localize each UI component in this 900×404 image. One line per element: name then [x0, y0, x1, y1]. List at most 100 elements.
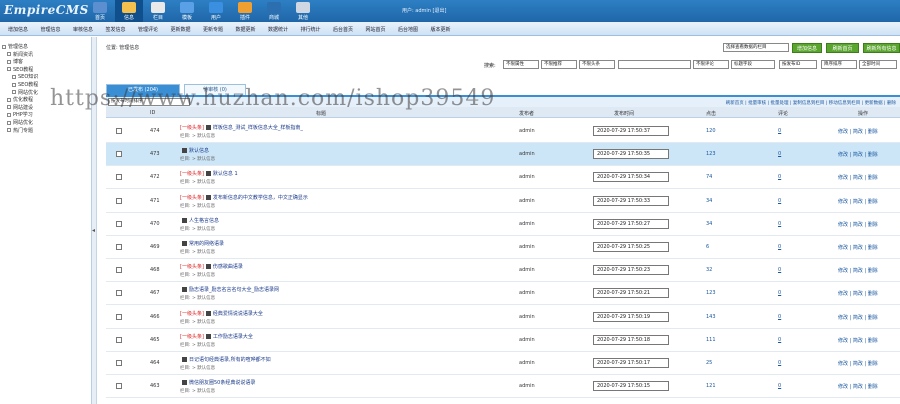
row-date-input[interactable]: 2020-07-29 17:50:25: [593, 242, 669, 252]
row-comments-link[interactable]: 0: [778, 383, 781, 389]
sidebar-item[interactable]: 网站建设: [7, 104, 33, 111]
sidebar-item[interactable]: 管理信息: [2, 43, 28, 50]
col-comments[interactable]: 评论: [778, 110, 788, 117]
sidebar-item[interactable]: 新闻资讯: [7, 51, 33, 58]
recommend-select[interactable]: 不限推荐: [541, 60, 577, 69]
topnav-edit[interactable]: 信息: [115, 0, 143, 22]
row-date-input[interactable]: 2020-07-29 17:50:17: [593, 358, 669, 368]
row-comments-link[interactable]: 0: [778, 221, 781, 227]
row-title-link[interactable]: 默认信息 1: [213, 171, 238, 177]
row-ops-links[interactable]: 修改 | 简改 | 删除: [838, 221, 878, 228]
subnav-item[interactable]: 审核信息: [73, 26, 93, 33]
row-date-input[interactable]: 2020-07-29 17:50:34: [593, 172, 669, 183]
row-date-input[interactable]: 2020-07-29 17:50:19: [593, 311, 669, 322]
add-info-button[interactable]: 增加信息: [792, 43, 822, 53]
col-title[interactable]: 标题: [316, 110, 326, 117]
row-title-link[interactable]: 默认信息: [189, 148, 209, 154]
row-checkbox[interactable]: [116, 383, 122, 390]
sidebar-item[interactable]: 网站优化: [7, 119, 33, 126]
row-ops-links[interactable]: 修改 | 简改 | 删除: [838, 198, 878, 205]
refresh-home-button[interactable]: 刷新首页: [826, 43, 859, 53]
row-title-link[interactable]: 人生格言信息: [189, 218, 219, 224]
collapse-arrow-icon[interactable]: ◂: [92, 227, 95, 234]
row-ops-links[interactable]: 修改 | 简改 | 删除: [838, 174, 878, 181]
row-comments-link[interactable]: 0: [778, 244, 781, 250]
row-checkbox[interactable]: [116, 360, 122, 366]
row-date-input[interactable]: 2020-07-29 17:50:15: [593, 381, 669, 392]
row-date-input[interactable]: 2020-07-29 17:50:27: [593, 218, 669, 229]
field-select[interactable]: 标题字段: [731, 60, 775, 69]
row-title-link[interactable]: 常用的网络语录: [189, 241, 224, 247]
col-publisher[interactable]: 发布者: [519, 110, 534, 117]
row-date-input[interactable]: 2020-07-29 17:50:23: [593, 265, 669, 276]
row-ops-links[interactable]: 修改 | 简改 | 删除: [838, 244, 878, 251]
row-date-input[interactable]: 2020-07-29 17:50:33: [593, 195, 669, 206]
subnav-item[interactable]: 网站首页: [366, 26, 386, 33]
subnav-item[interactable]: 数据更新: [236, 26, 256, 33]
subnav-item[interactable]: 管理信息: [41, 26, 61, 33]
row-checkbox[interactable]: [116, 220, 122, 227]
row-comments-link[interactable]: 0: [778, 337, 781, 343]
subnav-item[interactable]: 增加信息: [8, 26, 28, 33]
row-ops-links[interactable]: 修改 | 简改 | 删除: [838, 314, 878, 321]
col-date[interactable]: 发布时间: [614, 110, 634, 117]
search-input[interactable]: [618, 60, 691, 69]
row-checkbox[interactable]: [116, 128, 122, 134]
row-date-input[interactable]: 2020-07-29 17:50:35: [593, 149, 669, 160]
row-title-link[interactable]: 样板信息_测试_样板信息大全_样板指南_: [213, 125, 303, 131]
topnav-shop[interactable]: 商城: [260, 0, 288, 22]
row-comments-link[interactable]: 0: [778, 360, 781, 366]
row-checkbox[interactable]: [116, 174, 122, 181]
row-checkbox[interactable]: [116, 290, 122, 297]
sidebar-item[interactable]: PHP学习: [7, 111, 33, 118]
sidebar-item[interactable]: 网站优化: [12, 89, 38, 96]
row-title-link[interactable]: 经典爱情说说语录大全: [213, 311, 263, 317]
subnav-item[interactable]: 更新专题: [203, 26, 223, 33]
row-checkbox[interactable]: [116, 244, 122, 250]
subnav-item[interactable]: 签发信息: [106, 26, 126, 33]
row-ops-links[interactable]: 修改 | 简改 | 删除: [838, 267, 878, 274]
row-date-input[interactable]: 2020-07-29 17:50:37: [593, 126, 669, 136]
row-title-link[interactable]: 伤感歌曲语录: [213, 264, 243, 270]
subnav-item[interactable]: 数据统计: [268, 26, 288, 33]
sidebar-item[interactable]: 博客: [7, 58, 23, 65]
topnav-folder[interactable]: 栏目: [144, 0, 172, 22]
row-ops-links[interactable]: 修改 | 简改 | 删除: [838, 290, 878, 297]
batch-links[interactable]: 刷新首页 | 批量审核 | 批量处理 | 复制信息到栏目 | 移动信息到栏目 |…: [726, 100, 896, 106]
row-title-link[interactable]: 微信朋友圈50条经典说说语录: [189, 380, 255, 386]
row-date-input[interactable]: 2020-07-29 17:50:21: [593, 288, 669, 299]
row-checkbox[interactable]: [116, 336, 122, 343]
row-comments-link[interactable]: 0: [778, 267, 781, 273]
col-views[interactable]: 点击: [706, 110, 716, 117]
row-checkbox[interactable]: [116, 197, 122, 204]
subnav-item[interactable]: 版本更新: [431, 26, 451, 33]
sidebar-item[interactable]: 优化教程: [7, 96, 33, 103]
row-ops-links[interactable]: 修改 | 简改 | 删除: [838, 360, 878, 367]
topnav-user[interactable]: 用户: [202, 0, 230, 22]
refresh-all-button[interactable]: 刷新所有信息: [863, 43, 900, 53]
time-select[interactable]: 全部时间: [859, 60, 897, 69]
row-title-link[interactable]: 工作励志语录大全: [213, 334, 253, 340]
sidebar-item[interactable]: SEO教程: [12, 81, 38, 88]
user-info[interactable]: 用户: admin [退出]: [402, 7, 446, 14]
row-ops-links[interactable]: 修改 | 简改 | 删除: [838, 151, 878, 158]
attribute-select[interactable]: 不限属性: [503, 60, 539, 69]
subnav-item[interactable]: 后台首页: [333, 26, 353, 33]
row-comments-link[interactable]: 0: [778, 128, 781, 134]
row-title-link[interactable]: 励志语录_励志名言名句大全_励志语录网: [189, 287, 279, 293]
orderby-select[interactable]: 按发布ID: [779, 60, 817, 69]
subnav-item[interactable]: 更新数据: [171, 26, 191, 33]
row-title-link[interactable]: 日记语句经典语录,所有的喧哗都不如: [189, 357, 271, 363]
subnav-item[interactable]: 管理评论: [138, 26, 158, 33]
row-date-input[interactable]: 2020-07-29 17:50:18: [593, 334, 669, 345]
sidebar-item[interactable]: SEO教程: [7, 66, 33, 73]
subnav-item[interactable]: 后台地图: [398, 26, 418, 33]
topnav-template[interactable]: 模板: [173, 0, 201, 22]
topnav-home[interactable]: 首页: [86, 0, 114, 22]
row-checkbox[interactable]: [116, 313, 122, 320]
subnav-item[interactable]: 排行统计: [301, 26, 321, 33]
comment-select[interactable]: 不限评论: [693, 60, 729, 69]
row-ops-links[interactable]: 修改 | 简改 | 删除: [838, 383, 878, 390]
row-ops-links[interactable]: 修改 | 简改 | 删除: [838, 128, 878, 135]
row-comments-link[interactable]: 0: [778, 198, 781, 204]
